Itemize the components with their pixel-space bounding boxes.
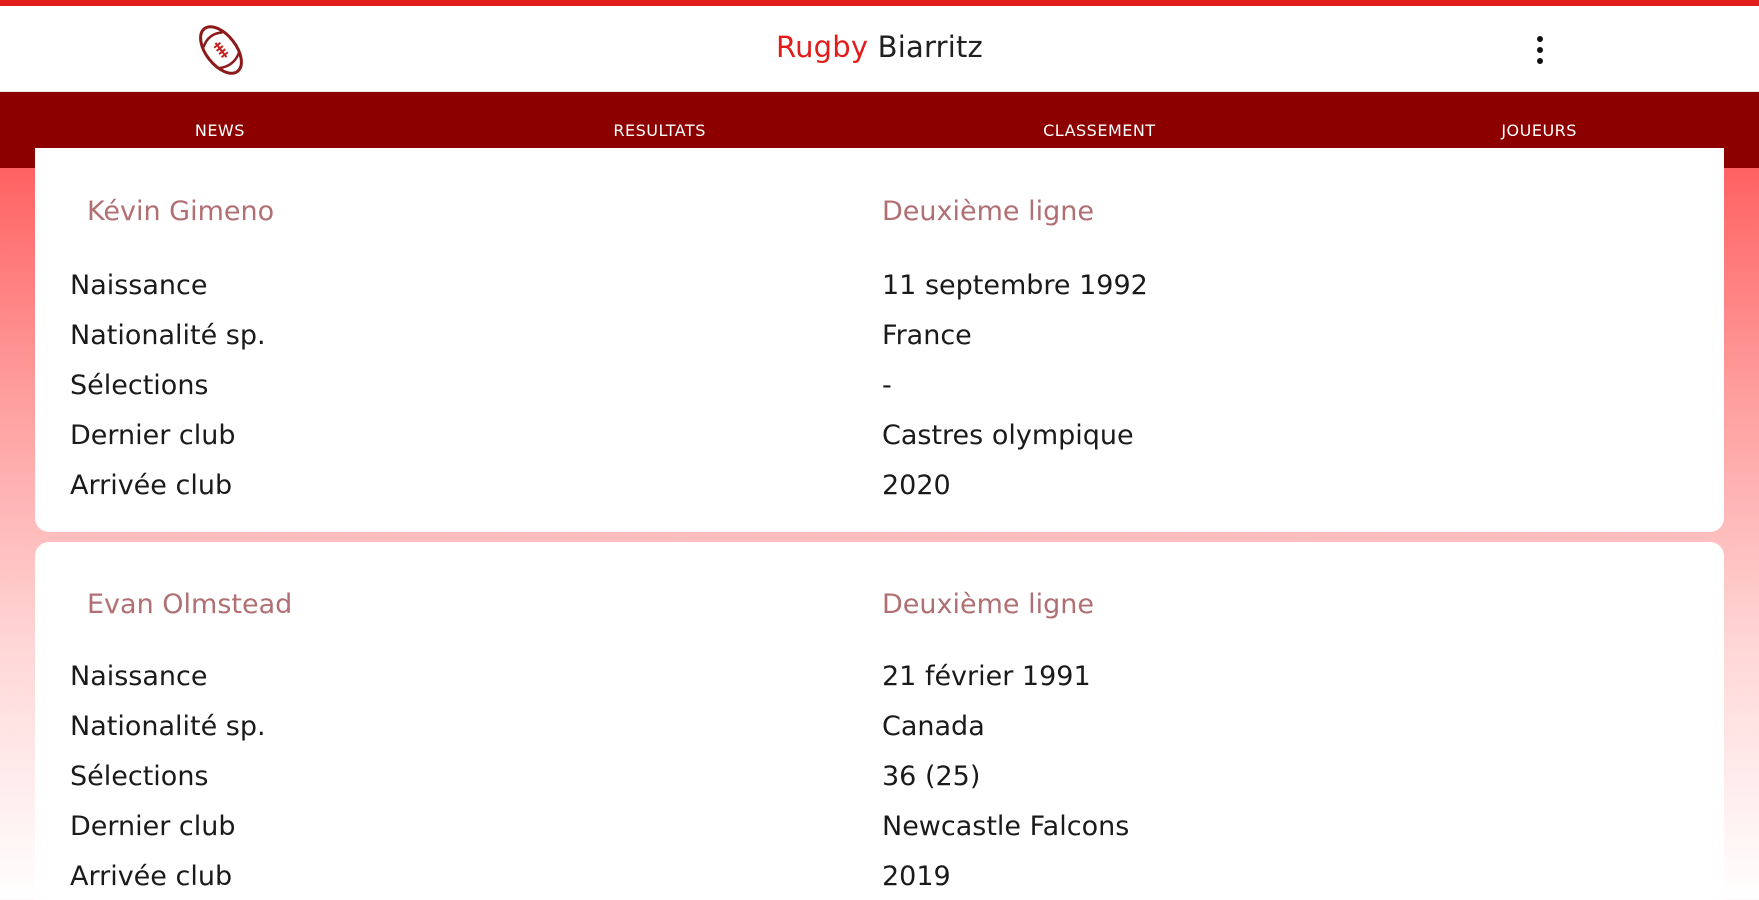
player-card[interactable]: Kévin Gimeno Deuxième ligne Naissance 11…	[35, 148, 1724, 532]
detail-row: Arrivée club 2020	[70, 460, 1684, 510]
detail-value: Canada	[882, 710, 985, 742]
player-card-header: Kévin Gimeno Deuxième ligne	[87, 196, 1684, 227]
detail-label: Arrivée club	[70, 469, 233, 501]
app-title-rest: Biarritz	[868, 30, 983, 64]
detail-label: Dernier club	[70, 810, 236, 842]
detail-value: 11 septembre 1992	[882, 269, 1148, 301]
detail-value: 36 (25)	[882, 760, 981, 792]
detail-label: Dernier club	[70, 419, 236, 451]
player-details: Naissance 11 septembre 1992 Nationalité …	[70, 260, 1684, 510]
detail-value: 21 février 1991	[882, 660, 1091, 692]
detail-row: Sélections -	[70, 360, 1684, 410]
detail-label: Nationalité sp.	[70, 319, 266, 351]
detail-row: Nationalité sp. France	[70, 310, 1684, 360]
detail-row: Nationalité sp. Canada	[70, 701, 1684, 751]
detail-value: Castres olympique	[882, 419, 1134, 451]
app-title-accent: Rugby	[776, 30, 869, 64]
more-vertical-icon[interactable]	[1523, 30, 1557, 70]
detail-row: Dernier club Castres olympique	[70, 410, 1684, 460]
detail-row: Naissance 11 septembre 1992	[70, 260, 1684, 310]
player-details: Naissance 21 février 1991 Nationalité sp…	[70, 651, 1684, 900]
detail-label: Arrivée club	[70, 860, 233, 892]
player-card-header: Evan Olmstead Deuxième ligne	[87, 589, 1684, 620]
detail-label: Nationalité sp.	[70, 710, 266, 742]
detail-label: Naissance	[70, 269, 208, 301]
detail-value: 2020	[882, 469, 951, 501]
detail-value: Newcastle Falcons	[882, 810, 1130, 842]
detail-row: Arrivée club 2019	[70, 851, 1684, 900]
player-position: Deuxième ligne	[882, 196, 1094, 227]
player-position: Deuxième ligne	[882, 589, 1094, 620]
detail-label: Sélections	[70, 760, 209, 792]
app-title: Rugby Biarritz	[0, 30, 1759, 64]
detail-value: 2019	[882, 860, 951, 892]
detail-row: Sélections 36 (25)	[70, 751, 1684, 801]
detail-row: Naissance 21 février 1991	[70, 651, 1684, 701]
app-header: Rugby Biarritz	[0, 6, 1759, 92]
player-card[interactable]: Evan Olmstead Deuxième ligne Naissance 2…	[35, 542, 1724, 900]
detail-label: Sélections	[70, 369, 209, 401]
detail-value: -	[882, 369, 892, 401]
player-name: Kévin Gimeno	[87, 196, 275, 227]
detail-value: France	[882, 319, 972, 351]
detail-label: Naissance	[70, 660, 208, 692]
detail-row: Dernier club Newcastle Falcons	[70, 801, 1684, 851]
player-name: Evan Olmstead	[87, 589, 293, 620]
